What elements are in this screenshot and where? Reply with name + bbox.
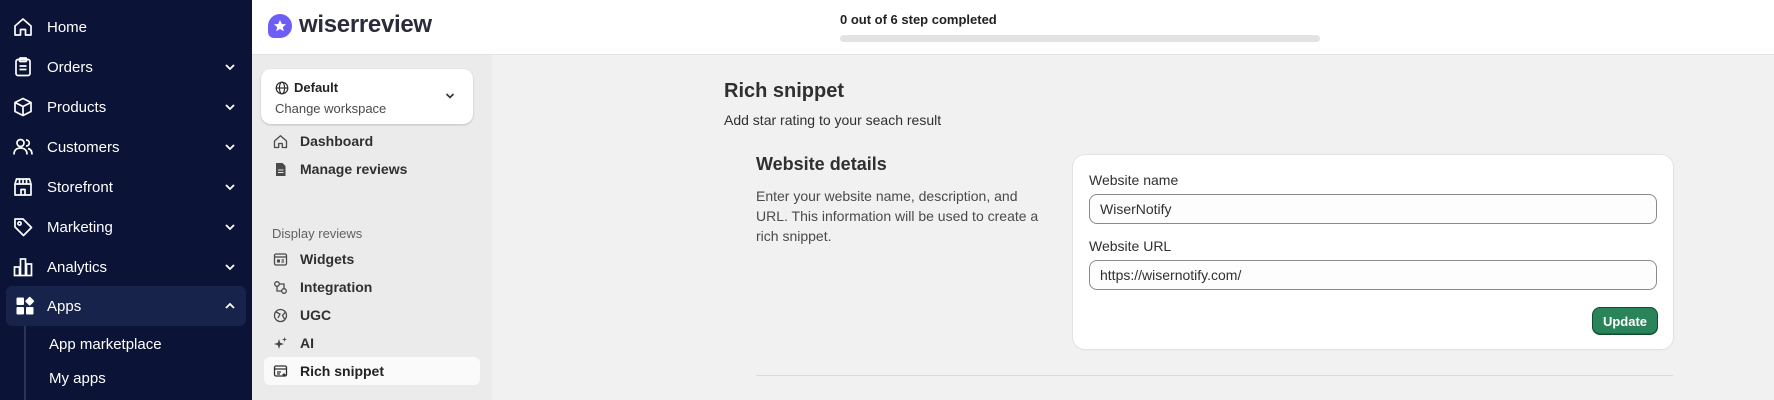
storefront-icon <box>12 176 34 198</box>
nav-item-customers[interactable]: Customers <box>0 127 252 167</box>
side-item-label: Manage reviews <box>300 161 408 177</box>
side-item-manage-reviews[interactable]: Manage reviews <box>264 155 480 183</box>
website-details-card: Website name Website URL Update <box>1073 155 1673 349</box>
customers-icon <box>12 136 34 158</box>
nav-label: Storefront <box>47 178 113 196</box>
page-subtitle: Add star rating to your seach result <box>724 112 942 128</box>
steps-progress-label: 0 out of 6 step completed <box>840 12 997 27</box>
submenu-guide-line <box>24 326 26 400</box>
nav-label: Orders <box>47 58 93 76</box>
side-item-label: Dashboard <box>300 133 374 149</box>
nav-item-analytics[interactable]: Analytics <box>0 247 252 287</box>
chevron-down-icon <box>222 179 238 195</box>
side-item-label: AI <box>300 335 314 351</box>
nav-label: Apps <box>47 297 82 315</box>
marketing-icon <box>12 216 34 238</box>
side-item-label: Integration <box>300 279 373 295</box>
apps-icon <box>14 295 36 317</box>
orders-icon <box>12 56 34 78</box>
section-divider <box>756 375 1673 376</box>
nav-subitem-my-apps[interactable]: My apps <box>49 370 106 387</box>
side-item-integration[interactable]: Integration <box>264 273 480 301</box>
update-button[interactable]: Update <box>1592 307 1658 335</box>
section-description: Enter your website name, description, an… <box>756 188 1039 244</box>
products-icon <box>12 96 34 118</box>
side-item-label: Rich snippet <box>300 363 385 379</box>
nav-label: Analytics <box>47 258 108 276</box>
workspace-subtitle: Change workspace <box>275 101 387 116</box>
section-title: Website details <box>756 154 887 174</box>
ai-sparkle-icon <box>273 336 288 351</box>
nav-item-home[interactable]: Home <box>0 7 252 47</box>
chevron-down-icon <box>222 99 238 115</box>
website-url-label: Website URL <box>1089 238 1172 254</box>
app-sidebar: Default Change workspace Dashboard Manag… <box>252 55 492 400</box>
nav-item-orders[interactable]: Orders <box>0 47 252 87</box>
side-item-label: Widgets <box>300 251 355 267</box>
chevron-down-icon <box>222 259 238 275</box>
chevron-down-icon <box>222 59 238 75</box>
admin-sidebar: Home Orders Products Customers Storefron… <box>0 0 252 400</box>
rich-snippet-icon <box>273 364 288 379</box>
website-name-input[interactable] <box>1089 194 1657 224</box>
side-item-ugc[interactable]: UGC <box>264 301 480 329</box>
globe-icon <box>275 81 289 95</box>
side-item-label: UGC <box>300 307 332 323</box>
ugc-icon <box>273 308 288 323</box>
nav-item-products[interactable]: Products <box>0 87 252 127</box>
nav-subitem-app-marketplace[interactable]: App marketplace <box>49 336 162 353</box>
display-reviews-section-label: Display reviews <box>272 226 363 241</box>
wiserreview-logo-icon <box>268 14 292 38</box>
logo-text: wiserreview <box>299 11 432 38</box>
home-icon <box>12 16 34 38</box>
widgets-icon <box>273 252 288 267</box>
side-item-widgets[interactable]: Widgets <box>264 245 480 273</box>
nav-item-marketing[interactable]: Marketing <box>0 207 252 247</box>
analytics-icon <box>12 256 34 278</box>
nav-label: Home <box>47 18 88 36</box>
dashboard-icon <box>273 134 288 149</box>
top-bar: wiserreview 0 out of 6 step completed <box>252 0 1774 55</box>
website-name-label: Website name <box>1089 172 1179 188</box>
chevron-down-icon <box>222 139 238 155</box>
integration-icon <box>273 280 288 295</box>
nav-label: Customers <box>47 138 120 156</box>
manage-reviews-icon <box>273 162 288 177</box>
side-item-ai[interactable]: AI <box>264 329 480 357</box>
chevron-down-icon <box>443 89 457 103</box>
steps-progress-bar <box>840 35 1320 42</box>
chevron-down-icon <box>222 219 238 235</box>
page-title: Rich snippet <box>724 80 845 102</box>
nav-item-storefront[interactable]: Storefront <box>0 167 252 207</box>
side-item-rich-snippet[interactable]: Rich snippet <box>264 357 480 385</box>
nav-label: Marketing <box>47 218 113 236</box>
nav-item-apps[interactable]: Apps <box>6 286 246 326</box>
nav-label: Products <box>47 98 107 116</box>
side-item-dashboard[interactable]: Dashboard <box>264 127 480 155</box>
chevron-up-icon <box>222 298 238 314</box>
website-url-input[interactable] <box>1089 260 1657 290</box>
workspace-name: Default <box>294 80 339 95</box>
workspace-switcher[interactable]: Default Change workspace <box>261 69 473 124</box>
